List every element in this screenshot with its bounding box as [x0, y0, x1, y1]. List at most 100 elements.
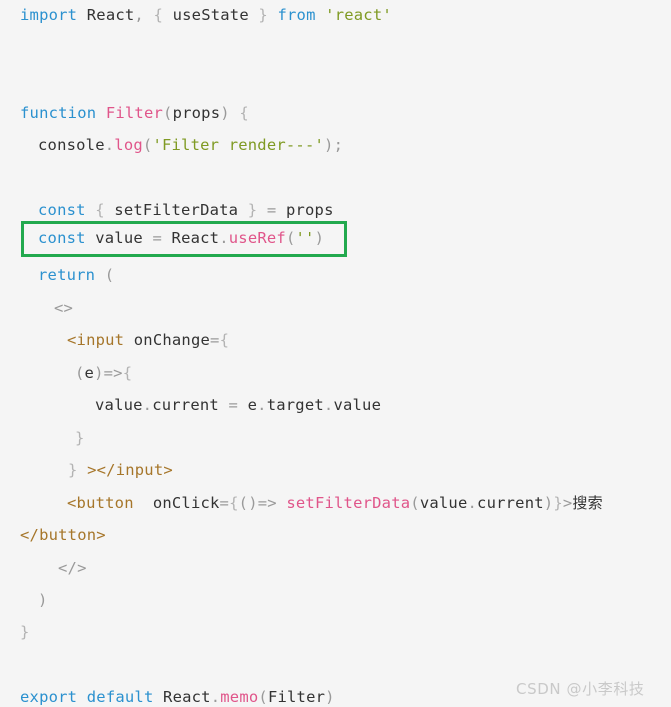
code-token: = — [219, 494, 230, 512]
code-token: ( — [410, 494, 420, 512]
code-token: . — [219, 229, 229, 247]
code-token: Filter — [105, 104, 164, 122]
code-token: memo — [220, 688, 259, 706]
line-fragment-close: </> — [0, 559, 87, 578]
code-token: target — [266, 396, 324, 414]
code-token: { — [122, 364, 133, 382]
code-token: } — [75, 429, 85, 447]
code-token: ( — [238, 494, 249, 512]
line-button-open: <button onClick={()=> setFilterData(valu… — [0, 494, 603, 513]
code-token: props — [285, 201, 334, 219]
code-token: setFilterData — [104, 201, 248, 219]
code-token: <input — [67, 331, 125, 349]
code-token: log — [114, 136, 143, 154]
code-token: <> — [54, 299, 74, 317]
code-token: > — [562, 494, 573, 512]
csdn-watermark: CSDN @小李科技 — [516, 680, 645, 698]
line-return-close: ) — [0, 591, 48, 610]
code-token: => — [257, 494, 277, 512]
code-token: value — [95, 396, 143, 414]
code-token: } — [247, 201, 258, 219]
code-token: . — [142, 396, 153, 414]
code-token: const — [38, 229, 86, 247]
code-token: value — [95, 229, 143, 247]
code-token: ( — [104, 266, 115, 284]
code-token: ( — [285, 229, 296, 247]
code-token: . — [323, 396, 334, 414]
line-arrow-close: } — [0, 429, 85, 448]
code-token: function — [20, 104, 97, 122]
line-const-value-useref: const value = React.useRef('') — [0, 229, 324, 248]
code-token: . — [257, 396, 267, 414]
code-editor-content[interactable]: import React, { useState } from 'react' f… — [0, 0, 671, 707]
line-fragment-open: <> — [0, 299, 73, 318]
code-token: ) — [325, 688, 335, 706]
line-const-setfilterdata: const { setFilterData } = props — [0, 201, 334, 220]
code-token: useRef — [228, 229, 286, 247]
code-token: onClick — [152, 494, 220, 512]
code-token: setFilterData — [286, 494, 411, 512]
code-token: 搜索 — [572, 494, 603, 512]
code-token: current — [152, 396, 219, 414]
code-token: ) — [324, 136, 334, 154]
line-import: import React, { useState } from 'react' — [0, 6, 392, 25]
code-token: ></input> — [87, 461, 173, 479]
code-token: ( — [258, 688, 268, 706]
code-token: } — [20, 623, 30, 641]
code-token: Filter — [267, 688, 326, 706]
code-token: console — [38, 136, 105, 154]
code-token: </> — [58, 559, 87, 577]
code-token: <button — [67, 494, 134, 512]
line-button-close: </button> — [0, 526, 106, 545]
code-token: import — [20, 6, 78, 24]
code-token: ( — [163, 104, 173, 122]
line-input-close: } ></input> — [0, 461, 173, 480]
code-token: { — [95, 201, 105, 219]
code-token: { — [219, 331, 230, 349]
code-token: { — [239, 104, 249, 122]
code-token: = — [266, 201, 277, 219]
code-token: , — [134, 6, 144, 24]
code-token: '' — [295, 229, 315, 247]
code-token: ) — [38, 591, 48, 609]
code-token: from — [277, 6, 316, 24]
code-token: ( — [142, 136, 153, 154]
code-token: ; — [333, 136, 344, 154]
code-token: . — [467, 494, 478, 512]
code-token: props — [172, 104, 221, 122]
code-token: = — [210, 331, 220, 349]
code-token: const — [38, 201, 86, 219]
code-token: ) — [220, 104, 230, 122]
code-token: ) — [314, 229, 325, 247]
code-screenshot: import React, { useState } from 'react' f… — [0, 0, 671, 707]
code-token: { — [153, 6, 164, 24]
code-token: React — [86, 6, 135, 24]
line-export-default: export default React.memo(Filter) — [0, 688, 335, 707]
code-token: current — [477, 494, 544, 512]
code-token: value — [419, 494, 468, 512]
code-token: . — [210, 688, 221, 706]
code-token: . — [104, 136, 115, 154]
code-token: ) — [543, 494, 554, 512]
code-token: { — [229, 494, 239, 512]
code-token: = — [228, 396, 239, 414]
line-function-filter: function Filter(props) { — [0, 104, 249, 123]
line-input-open: <input onChange={ — [0, 331, 229, 350]
